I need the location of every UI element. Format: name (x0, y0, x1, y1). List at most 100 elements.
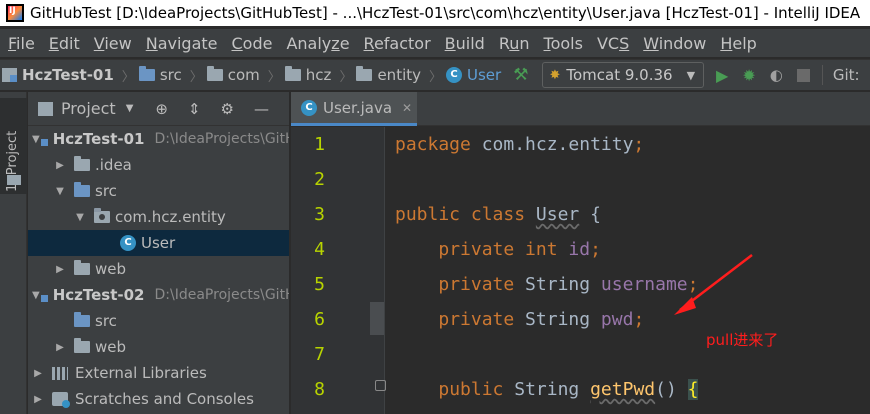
code-editor[interactable]: package com.hcz.entity; public class Use… (386, 127, 870, 414)
run-with-coverage-icon[interactable]: ◐ (770, 66, 783, 84)
menu-window[interactable]: Window (643, 34, 706, 53)
hide-panel-icon[interactable]: — (254, 100, 269, 118)
navigation-bar: HczTest-01 〉 src 〉 com 〉 hcz 〉 entity 〉 … (0, 59, 870, 91)
tab-user-java[interactable]: C User.java ✕ (291, 92, 417, 126)
run-icon[interactable]: ▶ (716, 66, 728, 85)
title-bar: GitHubTest [D:\IdeaProjects\GitHubTest] … (0, 0, 870, 26)
menu-code[interactable]: Code (232, 34, 273, 53)
line-number: 5 (314, 274, 325, 295)
breadcrumb-separator-icon: 〉 (267, 69, 281, 85)
expanded-arrow-icon[interactable]: ▼ (54, 186, 66, 197)
menu-analyze[interactable]: Analyze (286, 34, 349, 53)
collapsed-arrow-icon[interactable]: ▶ (32, 368, 44, 379)
project-tree: ▼ HczTest-01 D:\IdeaProjects\GitHubTest\… (28, 126, 289, 412)
tree-item-hcztest-01[interactable]: ▼ HczTest-01 D:\IdeaProjects\GitHubTest\… (28, 126, 289, 152)
fold-icon[interactable] (375, 380, 386, 391)
window-title: GitHubTest [D:\IdeaProjects\GitHubTest] … (30, 4, 861, 22)
tree-item-label: HczTest-02 (52, 286, 145, 304)
line-number: 7 (314, 344, 325, 365)
line-number: 1 (314, 134, 325, 155)
editor-tab-bar: C User.java ✕ (291, 92, 870, 126)
tree-item-package[interactable]: ▼ com.hcz.entity (28, 204, 289, 230)
tree-item-label: web (95, 260, 127, 278)
source-folder-icon (138, 66, 155, 81)
project-folder-icon (38, 101, 53, 116)
code-line-5: private String username; (438, 274, 699, 295)
breadcrumb-src[interactable]: src (138, 66, 182, 84)
breadcrumb-com[interactable]: com (206, 66, 260, 84)
tree-item-src-2[interactable]: src (28, 308, 289, 334)
tree-item-hcztest-02[interactable]: ▼ HczTest-02 D:\IdeaProjects\GitHubTest\… (28, 282, 289, 308)
git-label: Git: (832, 66, 860, 84)
run-configuration-selector[interactable]: ✸ Tomcat 9.0.36 ▼ (542, 62, 705, 88)
tab-label: User.java (323, 98, 393, 117)
tree-item-label: com.hcz.entity (115, 208, 226, 226)
menu-tools[interactable]: Tools (544, 34, 583, 53)
package-folder-icon (284, 66, 301, 81)
collapsed-arrow-icon[interactable]: ▶ (54, 264, 66, 275)
line-number: 3 (314, 204, 325, 225)
menu-view[interactable]: View (94, 34, 132, 53)
package-icon (94, 208, 110, 223)
tree-item-path: D:\IdeaProjects\GitHubTest\HczTest-01 (154, 131, 290, 147)
build-hammer-icon[interactable]: ⚒ (513, 65, 528, 85)
expanded-arrow-icon[interactable]: ▼ (32, 290, 40, 301)
collapsed-arrow-icon[interactable]: ▶ (54, 160, 66, 171)
breadcrumb-separator-icon: 〉 (429, 69, 443, 85)
menu-refactor[interactable]: Refactor (364, 34, 431, 53)
breadcrumb-entity[interactable]: entity (356, 66, 421, 84)
tree-item-user[interactable]: C User (28, 230, 289, 256)
project-panel-header: Project ▼ ⊕ ⇕ ⚙ — (28, 92, 289, 126)
menu-build[interactable]: Build (445, 34, 485, 53)
tree-item-external-libraries[interactable]: ▶ External Libraries (28, 360, 289, 386)
tree-item-label: HczTest-01 (52, 130, 145, 148)
class-icon: C (120, 235, 136, 251)
libraries-icon (52, 366, 68, 380)
web-folder-icon (74, 338, 90, 353)
line-number: 2 (314, 169, 325, 190)
line-number: 6 (314, 309, 325, 330)
tree-item-label: src (95, 182, 117, 200)
annotation-text: pull进来了 (706, 331, 779, 349)
line-number: 8 (314, 379, 325, 400)
close-icon[interactable]: ✕ (402, 101, 412, 115)
collapsed-arrow-icon[interactable]: ▶ (54, 342, 66, 353)
expanded-arrow-icon[interactable]: ▼ (32, 134, 40, 145)
menu-edit[interactable]: Edit (49, 34, 80, 53)
menu-navigate[interactable]: Navigate (146, 34, 218, 53)
expanded-arrow-icon[interactable]: ▼ (74, 212, 86, 223)
menu-vcs[interactable]: VCS (597, 34, 629, 53)
scratches-icon (52, 392, 70, 408)
collapse-all-icon[interactable]: ⇕ (188, 100, 201, 118)
tree-item-web-2[interactable]: ▶ web (28, 334, 289, 360)
folder-icon (74, 156, 90, 171)
gear-icon[interactable]: ⚙ (221, 100, 234, 118)
menu-run[interactable]: Run (499, 34, 530, 53)
class-icon: C (301, 99, 317, 116)
chevron-down-icon: ▼ (686, 68, 696, 82)
stop-icon[interactable] (796, 68, 810, 82)
web-folder-icon (74, 260, 90, 275)
project-panel-title[interactable]: Project (61, 99, 116, 118)
menu-help[interactable]: Help (720, 34, 756, 53)
menu-file[interactable]: File (8, 34, 35, 53)
breadcrumb-user[interactable]: C User (446, 66, 501, 84)
breadcrumb-hcz[interactable]: hcz (284, 66, 331, 84)
change-marker[interactable] (370, 302, 384, 335)
tree-item-src[interactable]: ▼ src (28, 178, 289, 204)
breadcrumb-entity-label: entity (377, 66, 421, 84)
tree-item-path: D:\IdeaProjects\GitHubTest\HczTest-02 (154, 287, 290, 303)
tree-item-idea[interactable]: ▶ .idea (28, 152, 289, 178)
chevron-down-icon[interactable]: ▼ (126, 103, 134, 114)
tree-item-scratches[interactable]: ▶ Scratches and Consoles (28, 386, 289, 412)
breadcrumb-separator-icon: 〉 (189, 69, 203, 85)
breadcrumb-project[interactable]: HczTest-01 (2, 66, 114, 84)
run-configuration-label: Tomcat 9.0.36 (566, 66, 673, 84)
tree-item-label: Scratches and Consoles (75, 390, 254, 408)
collapsed-arrow-icon[interactable]: ▶ (32, 394, 44, 405)
locate-crosshair-icon[interactable]: ⊕ (155, 100, 168, 118)
tree-item-web[interactable]: ▶ web (28, 256, 289, 282)
debug-bug-icon[interactable]: ✹ (742, 66, 755, 85)
tree-item-label: External Libraries (75, 364, 207, 382)
code-line-8: public String getPwd() { (438, 379, 699, 400)
